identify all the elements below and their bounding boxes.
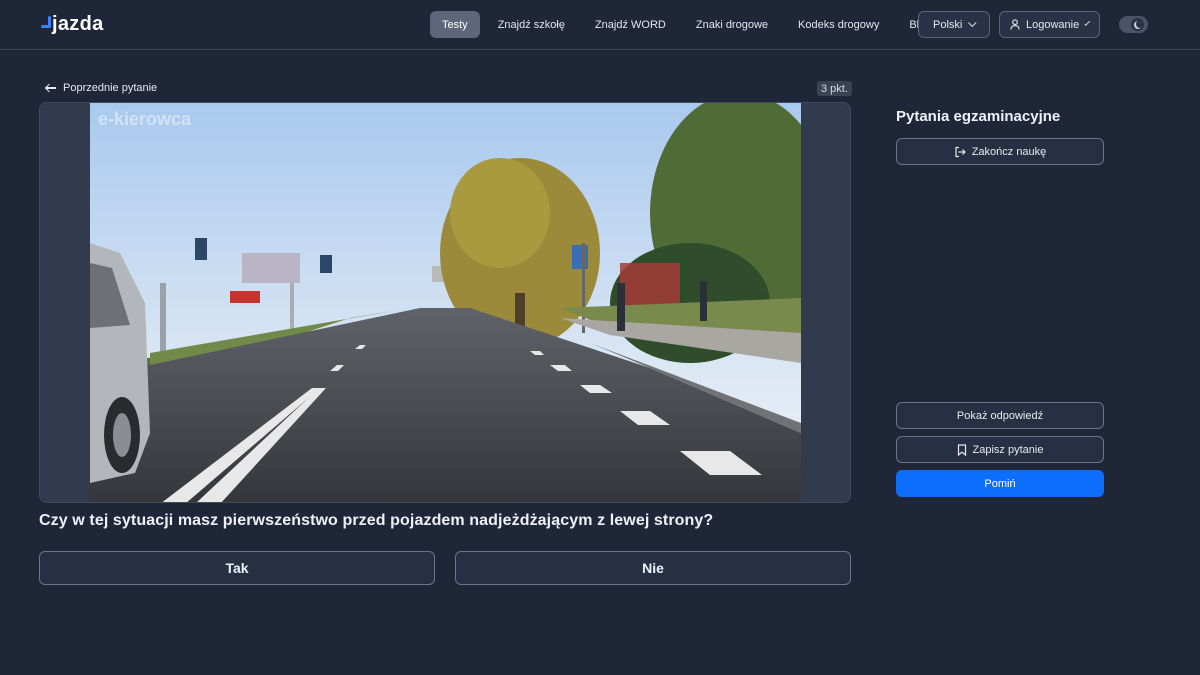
- moon-icon: [1136, 20, 1144, 28]
- main-nav: Testy Znajdź szkołę Znajdź WORD Znaki dr…: [430, 11, 949, 38]
- login-dropdown[interactable]: Logowanie: [999, 11, 1100, 38]
- nav-item-tests[interactable]: Testy: [430, 11, 480, 38]
- logout-icon: [954, 146, 966, 158]
- login-label: Logowanie: [1026, 18, 1080, 31]
- brand-logo[interactable]: jazda: [41, 12, 104, 36]
- skip-label: Pomiń: [984, 477, 1016, 490]
- chevron-down-icon: [968, 18, 977, 27]
- language-dropdown[interactable]: Polski: [918, 11, 990, 38]
- previous-question-label: Poprzednie pytanie: [63, 82, 158, 94]
- end-learning-label: Zakończ naukę: [971, 145, 1047, 158]
- save-question-label: Zapisz pytanie: [972, 443, 1044, 456]
- show-answer-button[interactable]: Pokaż odpowiedź: [896, 402, 1104, 429]
- nav-item-find-word[interactable]: Znajdź WORD: [583, 11, 678, 38]
- brand-name: jazda: [52, 12, 104, 35]
- save-question-button[interactable]: Zapisz pytanie: [896, 436, 1104, 463]
- skip-button[interactable]: Pomiń: [896, 470, 1104, 497]
- bookmark-icon: [957, 443, 967, 456]
- points-badge: 3 pkt.: [817, 81, 852, 96]
- brand-mark-icon: [41, 16, 51, 30]
- answer-yes-button[interactable]: Tak: [39, 551, 435, 585]
- arrow-left-icon: [45, 83, 57, 93]
- user-icon: [1010, 19, 1020, 30]
- question-media: e-kierowca: [39, 102, 851, 503]
- question-text: Czy w tej sytuacji masz pierwszeństwo pr…: [39, 512, 714, 529]
- chevron-down-icon: [1084, 19, 1091, 26]
- media-watermark: e-kierowca: [98, 109, 192, 129]
- nav-item-find-school[interactable]: Znajdź szkołę: [486, 11, 577, 38]
- language-label: Polski: [933, 18, 963, 31]
- knob: [1131, 18, 1144, 31]
- end-learning-button[interactable]: Zakończ naukę: [896, 138, 1104, 165]
- nav-item-highway-code[interactable]: Kodeks drogowy: [786, 11, 891, 38]
- theme-toggle[interactable]: [1119, 16, 1148, 33]
- top-navigation-bar: jazda Testy Znajdź szkołę Znajdź WORD Zn…: [0, 0, 1200, 50]
- previous-question-link[interactable]: Poprzednie pytanie: [45, 80, 157, 96]
- answer-no-button[interactable]: Nie: [455, 551, 851, 585]
- nav-item-road-signs[interactable]: Znaki drogowe: [684, 11, 780, 38]
- show-answer-label: Pokaż odpowiedź: [956, 409, 1044, 422]
- sidebar-title: Pytania egzaminacyjne: [896, 108, 1061, 125]
- road-scene-image: e-kierowca: [90, 103, 801, 502]
